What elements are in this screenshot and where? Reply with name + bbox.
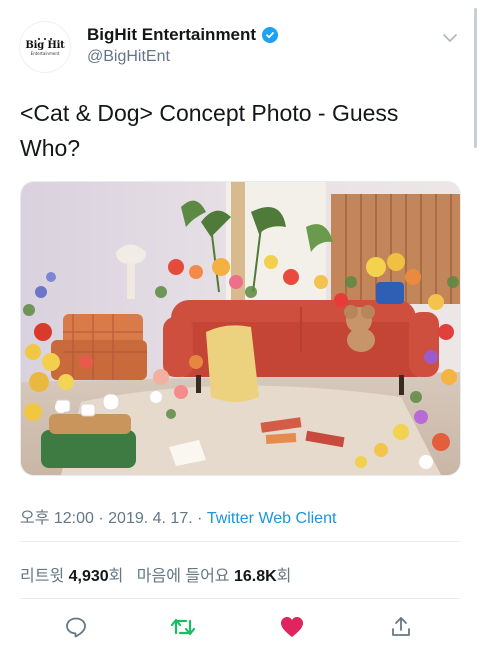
chevron-down-icon[interactable]: [440, 28, 460, 48]
retweet-icon[interactable]: [168, 612, 198, 642]
handle[interactable]: @BigHitEnt: [87, 48, 278, 66]
tweet-header: Big Hit Entertainment BigHit Entertainme…: [20, 22, 460, 72]
author-names: BigHit Entertainment @BigHitEnt: [87, 24, 279, 66]
verified-badge-icon: [262, 27, 279, 43]
tweet-date[interactable]: 2019. 4. 17.: [108, 510, 193, 527]
display-name-row: BigHit Entertainment: [87, 24, 279, 46]
meta-separator: ·: [93, 510, 109, 527]
retweet-count: 4,930: [68, 568, 109, 585]
tweet-client-link[interactable]: Twitter Web Client: [207, 510, 337, 527]
avatar[interactable]: Big Hit Entertainment: [20, 22, 70, 72]
action-bar: [0, 612, 480, 642]
avatar-logo-text: Big Hit: [25, 39, 65, 51]
avatar-logo-subtext: Entertainment: [30, 50, 60, 56]
divider: [20, 598, 460, 599]
scrollbar[interactable]: [474, 8, 477, 148]
display-name[interactable]: BigHit Entertainment: [87, 25, 256, 45]
heart-icon[interactable]: [277, 612, 307, 642]
tweet-text: <Cat & Dog> Concept Photo - Guess Who?: [20, 100, 399, 161]
tweet-time[interactable]: 오후 12:00: [20, 510, 94, 527]
like-count: 16.8K: [233, 568, 277, 585]
share-icon[interactable]: [386, 612, 416, 642]
divider: [20, 541, 460, 542]
like-stat[interactable]: 마음에 들어요 16.8K회: [137, 568, 292, 585]
tweet-photo[interactable]: [20, 181, 461, 476]
retweet-label: 리트윗: [20, 568, 65, 585]
tweet-meta: 오후 12:00 · 2019. 4. 17. · Twitter Web Cl…: [20, 504, 336, 528]
like-label: 마음에 들어요: [136, 568, 230, 585]
tweet-stats: 리트윗 4,930회 마음에 들어요 16.8K회: [20, 562, 291, 586]
photo-illustration: [21, 182, 460, 475]
retweet-suffix: 회: [108, 568, 124, 585]
retweet-stat[interactable]: 리트윗 4,930회: [20, 568, 123, 585]
meta-separator: ·: [192, 510, 207, 527]
reply-icon[interactable]: [61, 612, 91, 642]
like-suffix: 회: [276, 568, 292, 585]
